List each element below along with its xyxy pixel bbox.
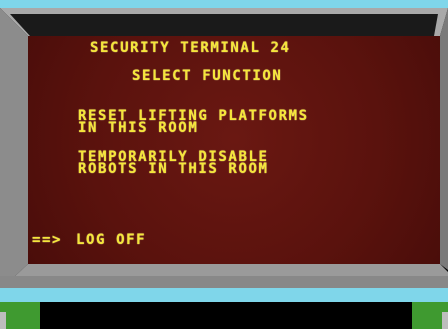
menu-option-line: IN THIS ROOM bbox=[78, 120, 199, 136]
security-terminal-scene: SECURITY TERMINAL 24 SELECT FUNCTION RES… bbox=[0, 0, 448, 329]
top-cyan-border bbox=[0, 0, 448, 8]
terminal-subtitle: SELECT FUNCTION bbox=[132, 68, 283, 84]
bezel-right bbox=[440, 8, 448, 270]
bottom-cyan-band bbox=[0, 288, 448, 302]
terminal-title: SECURITY TERMINAL 24 bbox=[90, 40, 291, 56]
bottom-black-panel bbox=[40, 302, 412, 329]
log-off-label: LOG OFF bbox=[76, 232, 147, 248]
bezel-left bbox=[0, 8, 28, 290]
selection-cursor: ==> bbox=[32, 232, 63, 248]
menu-option-line: ROBOTS IN THIS ROOM bbox=[78, 161, 269, 177]
terminal-screen: SECURITY TERMINAL 24 SELECT FUNCTION RES… bbox=[28, 36, 440, 264]
